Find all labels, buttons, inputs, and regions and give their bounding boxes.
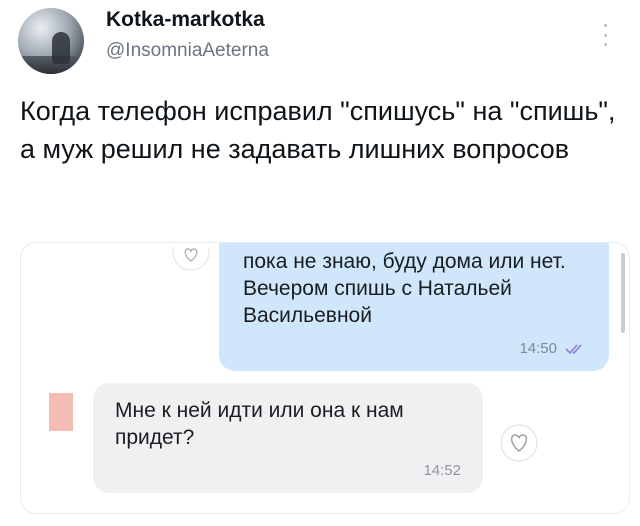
heart-outline-icon: [171, 243, 211, 276]
avatar-figure: [52, 32, 70, 64]
more-options-icon[interactable]: [600, 24, 610, 46]
user-handle[interactable]: @InsomniaAeterna: [106, 40, 269, 62]
outgoing-message-text: пока не знаю, буду дома или нет. Вечером…: [243, 250, 566, 327]
sender-avatar: [49, 393, 73, 431]
incoming-message-text: Мне к ней идти или она к нам придет?: [115, 399, 404, 449]
incoming-message-bubble: Мне к ней идти или она к нам придет? 14:…: [93, 383, 483, 493]
double-check-icon: [565, 343, 582, 354]
outgoing-message-time: 14:50: [519, 340, 557, 357]
reaction-heart-icon[interactable]: [499, 423, 539, 468]
avatar[interactable]: [18, 8, 84, 74]
incoming-message-time: 14:52: [423, 462, 461, 479]
tweet-text: Когда телефон исправил "спишусь" на "спи…: [20, 96, 616, 164]
display-name[interactable]: Kotka-markotka: [106, 8, 265, 32]
avatar-ground: [18, 56, 84, 74]
outgoing-message-bubble: пока не знаю, буду дома или нет. Вечером…: [219, 243, 609, 371]
outgoing-message-meta: 14:50: [519, 340, 587, 357]
embedded-chat-screenshot[interactable]: пока не знаю, буду дома или нет. Вечером…: [20, 242, 630, 514]
scrollbar[interactable]: [621, 253, 625, 333]
